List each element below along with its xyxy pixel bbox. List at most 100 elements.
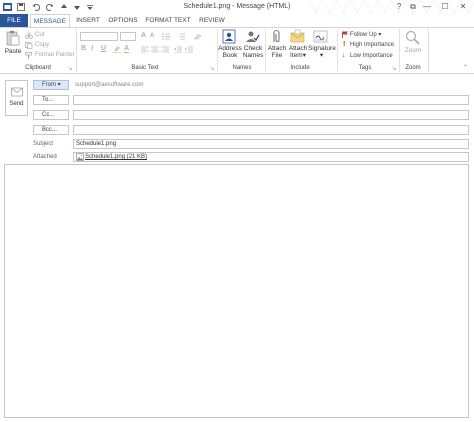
attached-label: Attached — [33, 154, 57, 160]
attach-file-label-line2: File — [271, 52, 283, 59]
tab-message[interactable]: MESSAGE — [30, 14, 70, 27]
paste-button[interactable]: Paste — [3, 48, 23, 55]
cut-button[interactable]: Cut — [35, 32, 44, 38]
attachment-chip[interactable]: Schedule1.png (21 KB) — [85, 154, 147, 160]
grow-font-button[interactable]: A — [141, 32, 146, 39]
attach-item-label-line1: Attach — [288, 45, 308, 52]
ribbon-display-button[interactable]: ⧉ — [406, 1, 420, 12]
align-center-icon[interactable] — [151, 46, 159, 55]
group-divider — [76, 29, 77, 72]
signature-button[interactable]: Signature ▾ — [308, 45, 336, 59]
check-names-button[interactable]: Check Names — [240, 45, 266, 59]
low-importance-icon: ↓ — [342, 52, 346, 59]
check-names-label-line1: Check — [243, 45, 263, 52]
clear-formatting-icon[interactable] — [193, 33, 202, 42]
tab-file[interactable]: FILE — [0, 14, 28, 27]
address-book-icon — [222, 29, 237, 46]
svg-text:1: 1 — [177, 33, 179, 36]
from-address: support@aesoftware.com — [75, 82, 144, 88]
tags-launcher-icon[interactable]: ↘ — [392, 66, 396, 72]
group-divider — [399, 29, 400, 72]
to-field[interactable] — [73, 95, 469, 105]
image-file-icon — [76, 153, 84, 163]
help-button[interactable]: ? — [392, 1, 406, 12]
follow-up-label: Follow Up — [350, 32, 377, 38]
cc-button[interactable]: Cc... — [33, 110, 69, 120]
bullets-icon[interactable] — [162, 33, 174, 42]
to-button[interactable]: To... — [33, 95, 69, 105]
clipboard-group-label: Clipboard — [25, 65, 51, 71]
increase-indent-icon[interactable] — [185, 46, 193, 55]
signature-label-line1: Signature — [308, 45, 336, 52]
underline-button[interactable]: U — [101, 45, 106, 52]
follow-up-button[interactable]: Follow Up ▾ — [350, 31, 381, 38]
clipboard-launcher-icon[interactable]: ↘ — [68, 66, 72, 72]
tags-group-label: Tags — [358, 65, 372, 71]
group-divider — [428, 29, 429, 72]
highlight-icon[interactable] — [112, 45, 121, 55]
bcc-button[interactable]: Bcc... — [33, 125, 69, 135]
high-importance-button[interactable]: High Importance — [350, 42, 394, 48]
send-icon — [11, 87, 23, 99]
attach-file-label-line1: Attach — [267, 45, 287, 52]
from-dropdown-icon[interactable]: ▾ — [56, 82, 61, 88]
zoom-button[interactable]: Zoom — [401, 47, 425, 54]
from-button-label: From — [42, 82, 56, 88]
send-button[interactable]: Send — [5, 80, 28, 116]
zoom-icon — [405, 30, 420, 47]
maximize-button[interactable]: ☐ — [438, 1, 452, 12]
check-names-label-line2: Names — [242, 52, 264, 59]
follow-up-dropdown-icon[interactable]: ▾ — [377, 32, 381, 38]
numbering-icon[interactable]: 1 — [177, 33, 189, 42]
copy-button[interactable]: Copy — [35, 42, 49, 48]
zoom-group-label: Zoom — [405, 65, 421, 71]
subject-field[interactable]: Schedule1.png — [73, 139, 469, 149]
align-left-icon[interactable] — [141, 46, 149, 55]
cc-field[interactable] — [73, 110, 469, 120]
signature-dropdown-icon[interactable]: ▾ — [308, 52, 335, 59]
flag-icon — [342, 31, 348, 40]
close-button[interactable]: ✕ — [456, 1, 470, 12]
decrease-indent-icon[interactable] — [174, 46, 182, 55]
check-names-icon — [245, 29, 260, 46]
paste-icon — [6, 30, 20, 48]
tab-format-text[interactable]: FORMAT TEXT — [143, 14, 193, 27]
high-importance-icon: ! — [343, 41, 346, 48]
message-body-editor[interactable] — [4, 164, 469, 418]
copy-icon — [25, 42, 33, 51]
shrink-font-button[interactable]: A — [150, 33, 154, 39]
attach-item-button[interactable]: Attach Item▾ — [286, 45, 310, 59]
tab-insert[interactable]: INSERT — [73, 14, 103, 27]
low-importance-button[interactable]: Low Importance — [350, 53, 393, 59]
basic-text-group-label: Basic Text — [131, 65, 159, 71]
attach-item-icon — [290, 29, 305, 46]
align-right-icon[interactable] — [161, 46, 169, 55]
paperclip-icon — [270, 29, 284, 46]
attach-item-dropdown-icon[interactable]: ▾ — [303, 52, 306, 59]
attach-file-button[interactable]: Attach File — [266, 45, 288, 59]
tab-review[interactable]: REVIEW — [196, 14, 228, 27]
names-group-label: Names — [232, 65, 252, 71]
from-button[interactable]: From ▾ — [33, 80, 69, 90]
attach-item-label-text: Item — [290, 52, 303, 59]
basic-text-launcher-icon[interactable]: ↘ — [210, 66, 214, 72]
bold-button[interactable]: B — [81, 45, 86, 52]
bcc-field[interactable] — [73, 125, 469, 135]
group-divider — [337, 29, 338, 72]
ribbon-tabs — [0, 14, 474, 27]
tab-options[interactable]: OPTIONS — [106, 14, 140, 27]
format-painter-icon — [25, 52, 33, 61]
font-size-input[interactable] — [120, 32, 136, 41]
format-painter-button[interactable]: Format Painter — [35, 52, 75, 58]
signature-icon — [313, 29, 328, 46]
minimize-button[interactable]: — — [420, 1, 434, 12]
font-name-input[interactable] — [80, 32, 118, 41]
cut-icon — [25, 32, 33, 41]
subject-label: Subject — [33, 141, 54, 147]
send-label: Send — [9, 101, 24, 107]
collapse-ribbon-icon[interactable]: ⌃ — [463, 64, 468, 71]
italic-button[interactable]: I — [91, 45, 93, 52]
font-color-button[interactable]: A — [124, 45, 130, 53]
include-group-label: Include — [290, 65, 310, 71]
attach-item-label-line2: Item▾ — [286, 52, 310, 59]
